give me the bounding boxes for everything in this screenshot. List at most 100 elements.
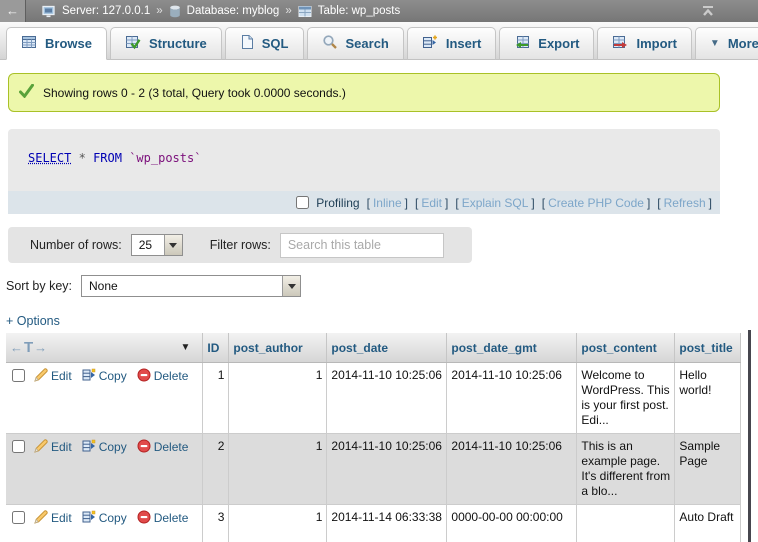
copy-icon bbox=[82, 439, 96, 453]
structure-icon bbox=[125, 34, 141, 53]
edit-pencil-icon bbox=[34, 510, 48, 524]
table-right-edge bbox=[748, 330, 751, 542]
row-checkbox[interactable] bbox=[12, 440, 25, 453]
tab-label: Export bbox=[538, 36, 579, 51]
sort-by-key-select[interactable]: None bbox=[81, 275, 301, 297]
row-checkbox[interactable] bbox=[12, 369, 25, 382]
copy-icon bbox=[82, 510, 96, 524]
tab-label: Structure bbox=[149, 36, 207, 51]
column-header-id[interactable]: ID bbox=[203, 333, 229, 363]
actions-menu-caret-icon[interactable]: ▼ bbox=[180, 342, 190, 353]
column-header-post-date-gmt[interactable]: post_date_gmt bbox=[447, 333, 577, 363]
edit-pencil-icon bbox=[34, 439, 48, 453]
cell-post-title: Auto Draft bbox=[675, 505, 741, 542]
table-icon bbox=[298, 5, 312, 18]
breadcrumb-separator: » bbox=[285, 5, 291, 17]
browse-icon bbox=[21, 34, 37, 53]
breadcrumb-table[interactable]: Table: wp_posts bbox=[318, 5, 400, 17]
edit-row-link[interactable]: Edit bbox=[34, 369, 72, 383]
rows-per-page-select[interactable]: 25 bbox=[131, 234, 183, 256]
cell-post-date-gmt: 2014-11-10 10:25:06 bbox=[447, 363, 577, 434]
delete-row-link[interactable]: Delete bbox=[137, 440, 189, 454]
cell-post-title: Sample Page bbox=[675, 434, 741, 505]
cell-id: 2 bbox=[203, 434, 229, 505]
cell-post-content bbox=[577, 505, 675, 542]
breadcrumb-separator: » bbox=[156, 5, 162, 17]
copy-row-link[interactable]: Copy bbox=[82, 369, 127, 383]
tab-sql[interactable]: SQL bbox=[225, 27, 304, 60]
breadcrumb: Server: 127.0.0.1 » Database: myblog » T… bbox=[42, 5, 400, 18]
rows-controls: Number of rows: 25 Filter rows: bbox=[8, 227, 472, 263]
copy-row-link[interactable]: Copy bbox=[82, 511, 127, 525]
rows-per-page-value: 25 bbox=[132, 235, 164, 255]
success-text: Showing rows 0 - 2 (3 total, Query took … bbox=[43, 86, 346, 100]
insert-icon bbox=[422, 34, 438, 53]
breadcrumb-database[interactable]: Database: myblog bbox=[187, 5, 280, 17]
sort-by-key-value: None bbox=[82, 276, 282, 296]
export-icon bbox=[514, 34, 530, 53]
dropdown-arrow-icon bbox=[282, 276, 300, 296]
tab-structure[interactable]: Structure bbox=[110, 27, 222, 60]
tab-more[interactable]: ▼ More bbox=[695, 27, 758, 60]
profiling-checkbox[interactable] bbox=[296, 196, 309, 209]
tab-label: Insert bbox=[446, 36, 481, 51]
sql-keyword-select[interactable]: SELECT bbox=[28, 151, 71, 165]
tab-label: SQL bbox=[262, 36, 289, 51]
number-of-rows-label: Number of rows: bbox=[30, 238, 122, 252]
breadcrumb-server[interactable]: Server: 127.0.0.1 bbox=[62, 5, 150, 17]
back-button[interactable]: ← bbox=[0, 0, 26, 22]
results-table: ← T → ▼ ID post_author post_date post_da… bbox=[6, 333, 741, 542]
tab-search[interactable]: Search bbox=[307, 27, 404, 60]
tab-browse[interactable]: Browse bbox=[6, 27, 107, 60]
delete-icon bbox=[137, 510, 151, 524]
cell-post-title: Hello world! bbox=[675, 363, 741, 434]
chevron-down-icon: ▼ bbox=[710, 38, 720, 49]
breadcrumb-bar: ← Server: 127.0.0.1 » Database: myblog »… bbox=[0, 0, 758, 22]
explain-sql-link[interactable]: Explain SQL bbox=[462, 196, 529, 210]
sql-table-identifier: `wp_posts` bbox=[129, 151, 201, 165]
tab-insert[interactable]: Insert bbox=[407, 27, 496, 60]
cell-post-content: Welcome to WordPress. This is your first… bbox=[577, 363, 675, 434]
collapse-icon[interactable] bbox=[700, 4, 716, 18]
row-checkbox[interactable] bbox=[12, 511, 25, 524]
search-icon bbox=[322, 34, 338, 53]
sql-toolbar: Profiling [Inline] [Edit] [Explain SQL] … bbox=[8, 191, 720, 214]
inline-link[interactable]: Inline bbox=[373, 196, 402, 210]
edit-query-link[interactable]: Edit bbox=[421, 196, 442, 210]
column-header-post-content[interactable]: post_content bbox=[577, 333, 675, 363]
phpmyadmin-page: ← Server: 127.0.0.1 » Database: myblog »… bbox=[0, 0, 758, 542]
sql-star: * bbox=[79, 151, 86, 165]
table-options-icon[interactable]: T bbox=[24, 339, 33, 356]
column-header-post-date[interactable]: post_date bbox=[327, 333, 447, 363]
right-arrow-icon[interactable]: → bbox=[34, 340, 47, 355]
tab-export[interactable]: Export bbox=[499, 27, 594, 60]
table-row: EditCopyDelete 2 1 2014-11-10 10:25:06 2… bbox=[6, 434, 741, 505]
sort-by-key-label: Sort by key: bbox=[6, 279, 72, 293]
sql-box: SELECT * FROM `wp_posts` Profiling [Inli… bbox=[8, 129, 720, 214]
cell-post-date: 2014-11-14 06:33:38 bbox=[327, 505, 447, 542]
filter-input[interactable] bbox=[280, 233, 444, 258]
import-icon bbox=[612, 34, 628, 53]
cell-post-date-gmt: 0000-00-00 00:00:00 bbox=[447, 505, 577, 542]
copy-row-link[interactable]: Copy bbox=[82, 440, 127, 454]
column-handle-header[interactable]: ← T → ▼ bbox=[6, 333, 203, 363]
edit-row-link[interactable]: Edit bbox=[34, 440, 72, 454]
table-header-row: ← T → ▼ ID post_author post_date post_da… bbox=[6, 333, 741, 363]
table-row: EditCopyDelete 1 1 2014-11-10 10:25:06 2… bbox=[6, 363, 741, 434]
tab-import[interactable]: Import bbox=[597, 27, 691, 60]
edit-row-link[interactable]: Edit bbox=[34, 511, 72, 525]
cell-post-content: This is an example page. It's different … bbox=[577, 434, 675, 505]
profiling-label: Profiling bbox=[316, 196, 359, 210]
create-php-code-link[interactable]: Create PHP Code bbox=[548, 196, 644, 210]
cell-post-author: 1 bbox=[229, 505, 327, 542]
column-header-post-title[interactable]: post_title bbox=[675, 333, 741, 363]
database-icon bbox=[169, 5, 181, 18]
delete-icon bbox=[137, 368, 151, 382]
success-check-icon bbox=[19, 84, 34, 101]
left-arrow-icon[interactable]: ← bbox=[10, 340, 23, 355]
options-toggle[interactable]: + Options bbox=[6, 314, 60, 328]
refresh-link[interactable]: Refresh bbox=[664, 196, 706, 210]
column-header-post-author[interactable]: post_author bbox=[229, 333, 327, 363]
delete-row-link[interactable]: Delete bbox=[137, 511, 189, 525]
delete-row-link[interactable]: Delete bbox=[137, 369, 189, 383]
